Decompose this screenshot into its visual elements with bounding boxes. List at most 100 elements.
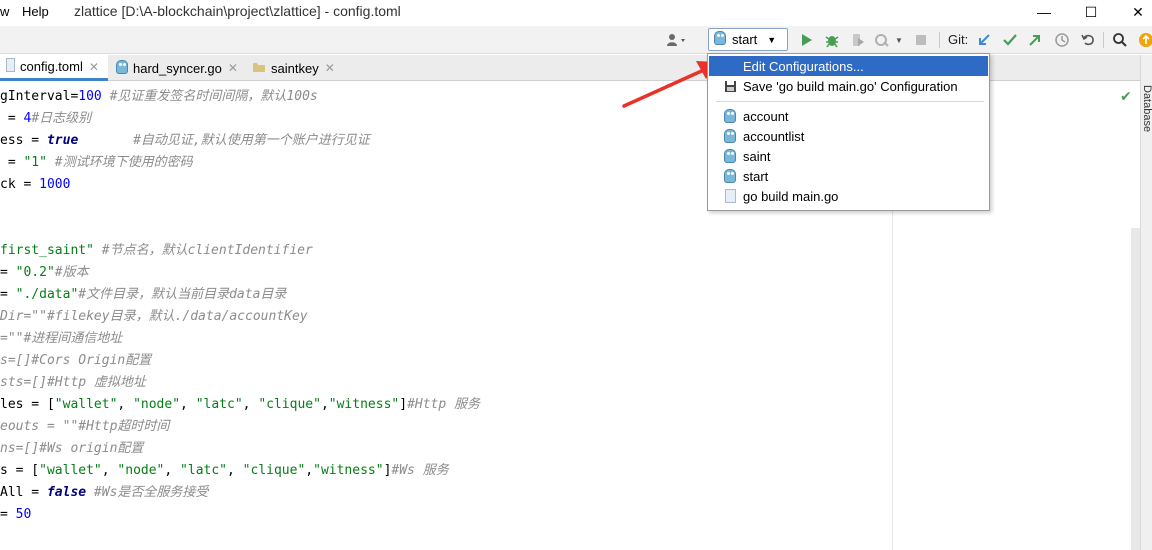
- gopher-icon: [723, 129, 737, 143]
- code-token: "node": [117, 463, 165, 478]
- code-token: "latc": [195, 397, 243, 412]
- code-token: sts=[]#Http 虚拟地址: [0, 375, 146, 390]
- code-token: #节点名，默认clientIdentifier: [93, 243, 313, 258]
- toolbar-divider: [1103, 32, 1104, 48]
- code-line: sts=[]#Http 虚拟地址: [0, 372, 146, 394]
- toolbar-divider: [939, 32, 940, 48]
- code-token: "clique": [258, 397, 321, 412]
- code-token: les = [: [0, 397, 55, 412]
- title-bar: w Help zlattice [D:\A-blockchain\project…: [0, 0, 1152, 24]
- git-commit-icon[interactable]: [1000, 30, 1020, 50]
- gopher-icon: [116, 59, 128, 77]
- code-token: ]: [399, 397, 408, 412]
- code-line: s = ["wallet", "node", "latc", "clique",…: [0, 460, 449, 482]
- debug-icon[interactable]: [822, 30, 842, 50]
- close-window-button[interactable]: ✕: [1116, 0, 1152, 24]
- code-token: #版本: [54, 265, 89, 280]
- code-line: les = ["wallet", "node", "latc", "clique…: [0, 394, 480, 416]
- profile-icon[interactable]: [872, 30, 892, 50]
- code-line: ess = true #自动见证,默认使用第一个账户进行见证: [0, 130, 370, 152]
- code-token: ,: [101, 463, 118, 478]
- code-line: first_saint" #节点名，默认clientIdentifier: [0, 240, 313, 262]
- code-token: ,: [227, 463, 243, 478]
- gopher-icon: [723, 109, 737, 123]
- stop-icon[interactable]: [911, 30, 931, 50]
- menu-divider: [716, 101, 984, 102]
- gopher-icon: [723, 169, 737, 183]
- minimize-button[interactable]: —: [1022, 0, 1066, 24]
- code-token: 50: [15, 507, 32, 522]
- folder-icon: [252, 61, 266, 76]
- code-line: Dir=""#filekey目录，默认./data/accountKey: [0, 306, 308, 328]
- blank-icon: [723, 59, 737, 73]
- check-icon: ✔: [1120, 88, 1132, 104]
- file-icon: [723, 189, 737, 203]
- menu-item-label: start: [743, 168, 769, 184]
- chevron-down-icon[interactable]: ▼: [893, 30, 905, 50]
- tab-saintkey[interactable]: saintkey ✕: [246, 55, 340, 81]
- code-line: = "./data"#文件目录，默认当前目录data目录: [0, 284, 286, 306]
- code-token: "wallet": [54, 397, 118, 412]
- code-token: "node": [133, 397, 181, 412]
- menu-item-label: saint: [743, 148, 771, 164]
- update-icon[interactable]: [1136, 30, 1152, 50]
- code-token: =: [0, 111, 24, 126]
- menu-item-go-build[interactable]: go build main.go: [709, 186, 988, 206]
- menu-item-window[interactable]: w: [0, 4, 9, 19]
- code-token: 100: [78, 89, 102, 104]
- coverage-icon[interactable]: [848, 30, 868, 50]
- code-line: eouts = ""#Http超时时间: [0, 416, 169, 438]
- code-line: = "1" #测试环境下使用的密码: [0, 152, 193, 174]
- code-token: first_saint": [0, 243, 94, 258]
- tab-config-toml[interactable]: config.toml ✕: [0, 55, 108, 81]
- code-token: #日志级别: [31, 111, 92, 126]
- gopher-icon: [714, 31, 726, 48]
- user-icon[interactable]: [664, 30, 690, 50]
- code-line: = 4#日志级别: [0, 108, 91, 130]
- code-line: s=[]#Cors Origin配置: [0, 350, 151, 372]
- menu-item-start[interactable]: start: [709, 166, 988, 186]
- close-icon[interactable]: ✕: [228, 61, 238, 75]
- code-token: #Ws是否全服务接受: [86, 485, 209, 500]
- code-token: =: [0, 155, 24, 170]
- code-token: ess =: [0, 133, 47, 148]
- code-token: 1000: [39, 177, 71, 192]
- code-token: ,: [117, 397, 134, 412]
- menu-item-account[interactable]: account: [709, 106, 988, 126]
- gopher-icon: [723, 149, 737, 163]
- code-token: #Ws 服务: [391, 463, 449, 478]
- code-line: =""#进程间通信地址: [0, 328, 122, 350]
- menu-item-label: Edit Configurations...: [743, 58, 864, 74]
- code-token: #见证重发签名时间间隔，默认100s: [101, 89, 318, 104]
- run-icon[interactable]: [797, 30, 817, 50]
- code-token: "1": [23, 155, 47, 170]
- main-toolbar: start ▼ ▼ Git:: [0, 26, 1152, 54]
- run-config-label: start: [732, 32, 758, 47]
- search-icon[interactable]: [1110, 30, 1130, 50]
- git-push-icon[interactable]: [1025, 30, 1045, 50]
- code-line: = "0.2"#版本: [0, 262, 89, 284]
- maximize-button[interactable]: ☐: [1069, 0, 1113, 24]
- code-token: Dir=""#filekey目录，默认./data/accountKey: [0, 309, 308, 324]
- menu-item-label: go build main.go: [743, 188, 839, 204]
- code-line: ns=[]#Ws origin配置: [0, 438, 143, 460]
- close-icon[interactable]: ✕: [89, 60, 99, 74]
- menu-item-help[interactable]: Help: [22, 4, 49, 19]
- code-token: =""#进程间通信地址: [0, 331, 123, 346]
- scrollbar[interactable]: [1131, 228, 1140, 550]
- menu-item-saint[interactable]: saint: [709, 146, 988, 166]
- git-label: Git:: [948, 32, 969, 47]
- menu-item-accountlist[interactable]: accountlist: [709, 126, 988, 146]
- rollback-icon[interactable]: [1078, 30, 1098, 50]
- database-tool-tab[interactable]: Database: [1141, 85, 1152, 132]
- menu-item-save-configuration[interactable]: Save 'go build main.go' Configuration: [709, 76, 988, 96]
- close-icon[interactable]: ✕: [325, 61, 335, 75]
- code-token: "latc": [180, 463, 228, 478]
- history-icon[interactable]: [1052, 30, 1072, 50]
- menu-item-edit-configurations[interactable]: Edit Configurations...: [709, 56, 988, 76]
- tab-hard-syncer[interactable]: hard_syncer.go ✕: [110, 55, 242, 81]
- toml-file-icon: [6, 58, 15, 75]
- git-update-icon[interactable]: [974, 30, 994, 50]
- run-config-select[interactable]: start ▼: [708, 28, 788, 51]
- code-token: gInterval=: [0, 89, 79, 104]
